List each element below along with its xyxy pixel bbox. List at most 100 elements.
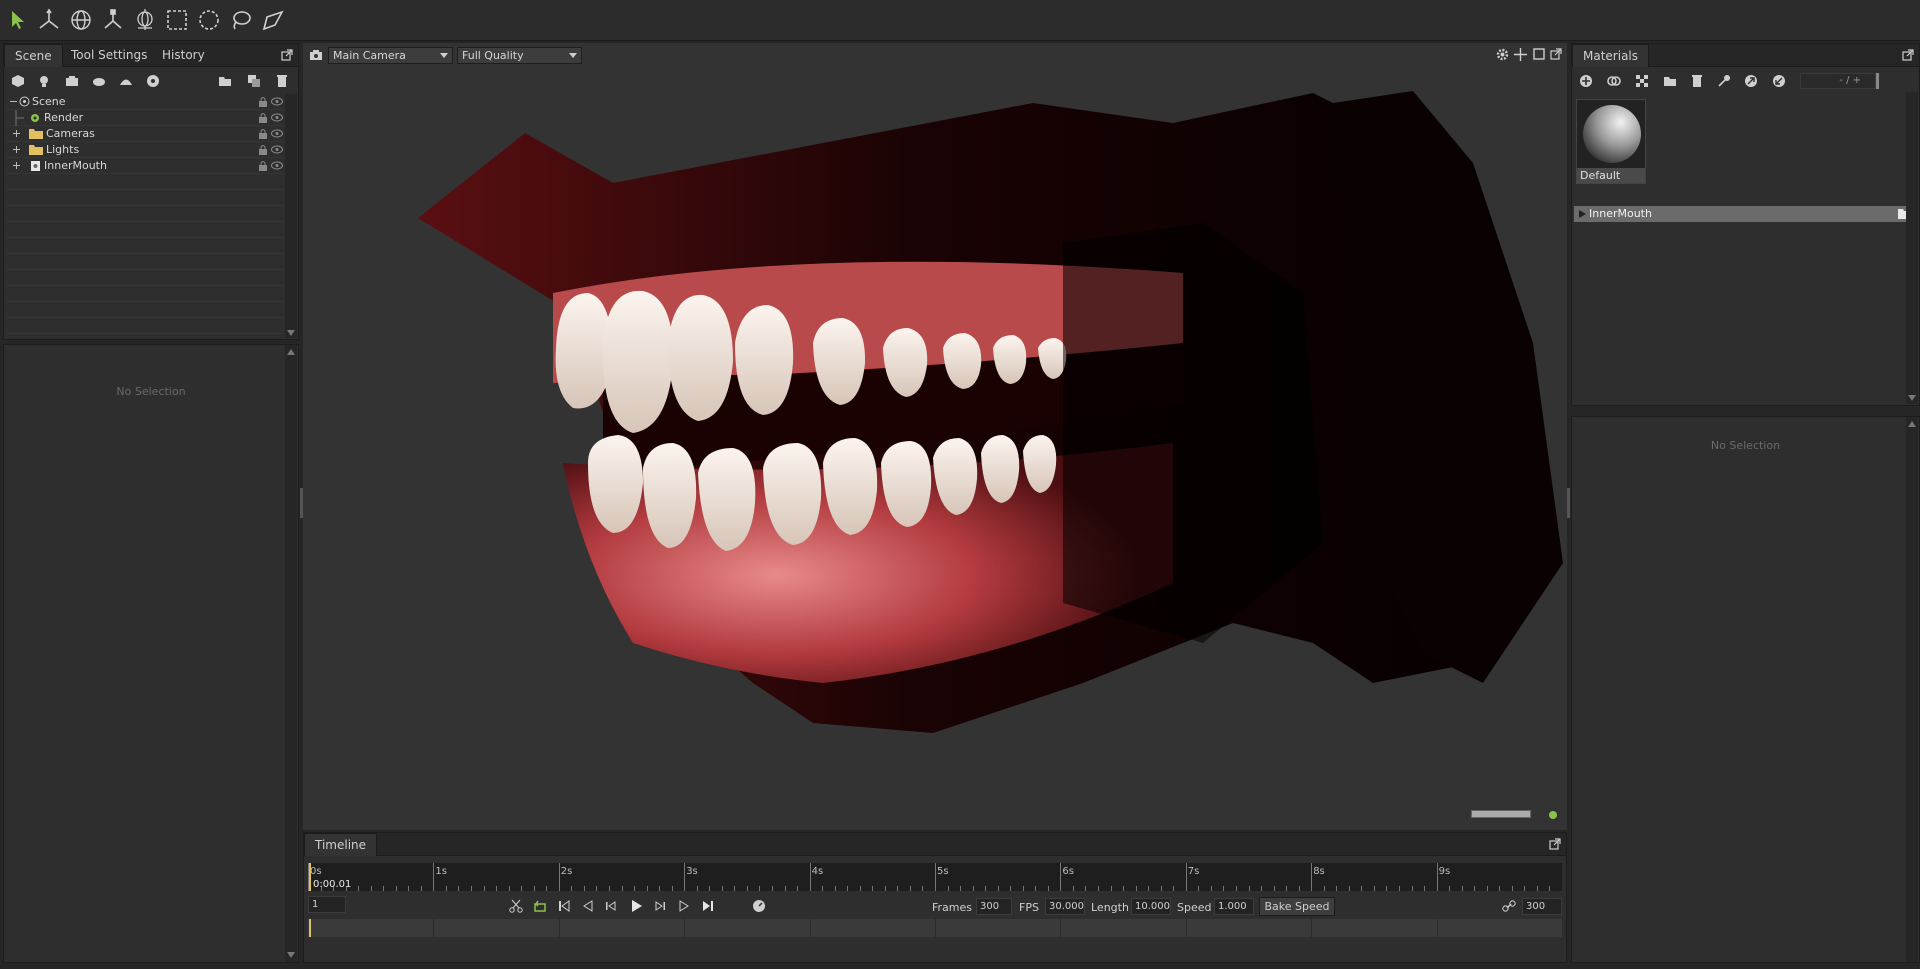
lock-icon[interactable]: [258, 112, 268, 123]
expand-icon[interactable]: [12, 129, 21, 138]
time-ruler-tick: [583, 886, 585, 891]
tree-row-lights[interactable]: Lights: [6, 142, 284, 158]
next-keyframe-icon[interactable]: [677, 899, 691, 913]
scroll-down-icon[interactable]: [287, 952, 295, 958]
tree-scrollbar[interactable]: [285, 94, 297, 338]
tab-tool-settings[interactable]: Tool Settings: [61, 44, 157, 67]
import-material-icon[interactable]: [1771, 73, 1787, 89]
previous-keyframe-icon[interactable]: [581, 899, 595, 913]
add-environment-icon[interactable]: [118, 73, 134, 89]
material-group-innermouth[interactable]: InnerMouth: [1574, 206, 1915, 222]
tree-line: [15, 110, 24, 126]
viewport[interactable]: Main Camera Full Quality: [303, 43, 1567, 830]
speed-field[interactable]: 1.000: [1214, 898, 1254, 915]
select-tool-icon[interactable]: [4, 6, 32, 34]
add-skin-icon[interactable]: [145, 73, 161, 89]
duplicate-icon[interactable]: [246, 73, 262, 89]
visibility-eye-icon[interactable]: [271, 145, 283, 154]
end-frame-field[interactable]: 300: [1522, 898, 1562, 915]
play-icon[interactable]: [629, 899, 643, 913]
time-ruler-tick: [383, 886, 385, 891]
material-properties-scrollbar[interactable]: [1906, 417, 1918, 962]
time-ruler-tick: [408, 886, 410, 891]
right-splitter-handle[interactable]: [1567, 488, 1570, 518]
duplicate-material-icon[interactable]: [1606, 73, 1622, 89]
visibility-eye-icon[interactable]: [271, 97, 283, 106]
lasso-select-icon[interactable]: [227, 6, 255, 34]
checker-material-icon[interactable]: [1634, 73, 1650, 89]
tab-history[interactable]: History: [152, 44, 215, 67]
step-back-icon[interactable]: [604, 899, 618, 913]
collapse-icon[interactable]: [9, 97, 18, 106]
lock-icon[interactable]: [258, 160, 268, 171]
lock-icon[interactable]: [258, 128, 268, 139]
trash-icon[interactable]: [1689, 73, 1705, 89]
visibility-eye-icon[interactable]: [271, 161, 283, 170]
rotate-tool-icon[interactable]: [67, 6, 95, 34]
playhead[interactable]: [309, 863, 311, 891]
pick-material-icon[interactable]: [1716, 73, 1732, 89]
fps-field[interactable]: 30.000: [1045, 898, 1085, 915]
properties-scrollbar[interactable]: [285, 345, 297, 962]
tree-row-render[interactable]: Render: [6, 110, 284, 126]
materials-tabbar: Materials: [1572, 44, 1919, 67]
track-divider: [433, 919, 435, 937]
expand-arrow-icon[interactable]: [1579, 210, 1586, 218]
skip-to-start-icon[interactable]: [557, 899, 571, 913]
trash-icon[interactable]: [274, 73, 290, 89]
scissors-icon[interactable]: [509, 899, 523, 913]
bake-speed-button[interactable]: Bake Speed: [1259, 897, 1335, 916]
thumbnail-size-slider[interactable]: - / +: [1800, 73, 1876, 89]
material-swatch-default[interactable]: Default: [1576, 99, 1646, 184]
add-fog-icon[interactable]: [91, 73, 107, 89]
box-select-icon[interactable]: [163, 6, 191, 34]
materials-scrollbar[interactable]: [1906, 92, 1918, 404]
visibility-eye-icon[interactable]: [271, 113, 283, 122]
tree-row-cameras[interactable]: Cameras: [6, 126, 284, 142]
popout-icon[interactable]: [1902, 49, 1914, 61]
add-object-icon[interactable]: [10, 73, 26, 89]
add-light-icon[interactable]: [36, 73, 52, 89]
speedometer-icon[interactable]: [752, 899, 766, 913]
move-tool-icon[interactable]: [35, 6, 63, 34]
folder-icon[interactable]: [1662, 73, 1678, 89]
link-icon[interactable]: [1502, 899, 1516, 913]
time-ruler-tick: [1135, 886, 1137, 891]
circle-select-icon[interactable]: [195, 6, 223, 34]
tree-row-scene[interactable]: Scene: [6, 94, 284, 110]
time-ruler[interactable]: 0s 1s 2s 3s 4s 5s 6s 7s 8s 9s: [308, 863, 1562, 891]
scroll-down-icon[interactable]: [1908, 395, 1916, 401]
add-material-icon[interactable]: [1578, 73, 1594, 89]
skip-to-end-icon[interactable]: [701, 899, 715, 913]
time-ruler-tick: [1524, 886, 1526, 891]
popout-icon[interactable]: [1549, 838, 1561, 850]
visibility-eye-icon[interactable]: [271, 129, 283, 138]
tree-row-innermouth[interactable]: InnerMouth: [6, 158, 284, 174]
frames-field[interactable]: 300: [976, 898, 1012, 915]
lock-icon[interactable]: [258, 96, 268, 107]
lock-icon[interactable]: [258, 144, 268, 155]
loop-icon[interactable]: [533, 899, 547, 913]
scale-tool-icon[interactable]: [99, 6, 127, 34]
time-ruler-tick: [935, 863, 936, 891]
popout-icon[interactable]: [281, 49, 293, 61]
current-frame-field[interactable]: 1: [308, 896, 346, 913]
tab-materials[interactable]: Materials: [1572, 44, 1650, 67]
add-camera-icon[interactable]: [64, 73, 80, 89]
folder-icon[interactable]: [217, 73, 233, 89]
length-field[interactable]: 10.000: [1131, 898, 1171, 915]
scroll-down-icon[interactable]: [287, 330, 295, 336]
tab-timeline[interactable]: Timeline: [304, 833, 378, 856]
slider-handle[interactable]: [1876, 73, 1879, 89]
step-forward-icon[interactable]: [653, 899, 667, 913]
scroll-up-icon[interactable]: [1908, 421, 1916, 427]
keyframe-track[interactable]: [308, 919, 1562, 937]
scroll-up-icon[interactable]: [287, 349, 295, 355]
expand-icon[interactable]: [12, 161, 21, 170]
freehand-select-icon[interactable]: [259, 6, 287, 34]
expand-icon[interactable]: [12, 145, 21, 154]
tab-scene[interactable]: Scene: [4, 44, 63, 67]
transform-tool-icon[interactable]: [131, 6, 159, 34]
time-ruler-tick: [1286, 886, 1288, 891]
export-material-icon[interactable]: [1743, 73, 1759, 89]
